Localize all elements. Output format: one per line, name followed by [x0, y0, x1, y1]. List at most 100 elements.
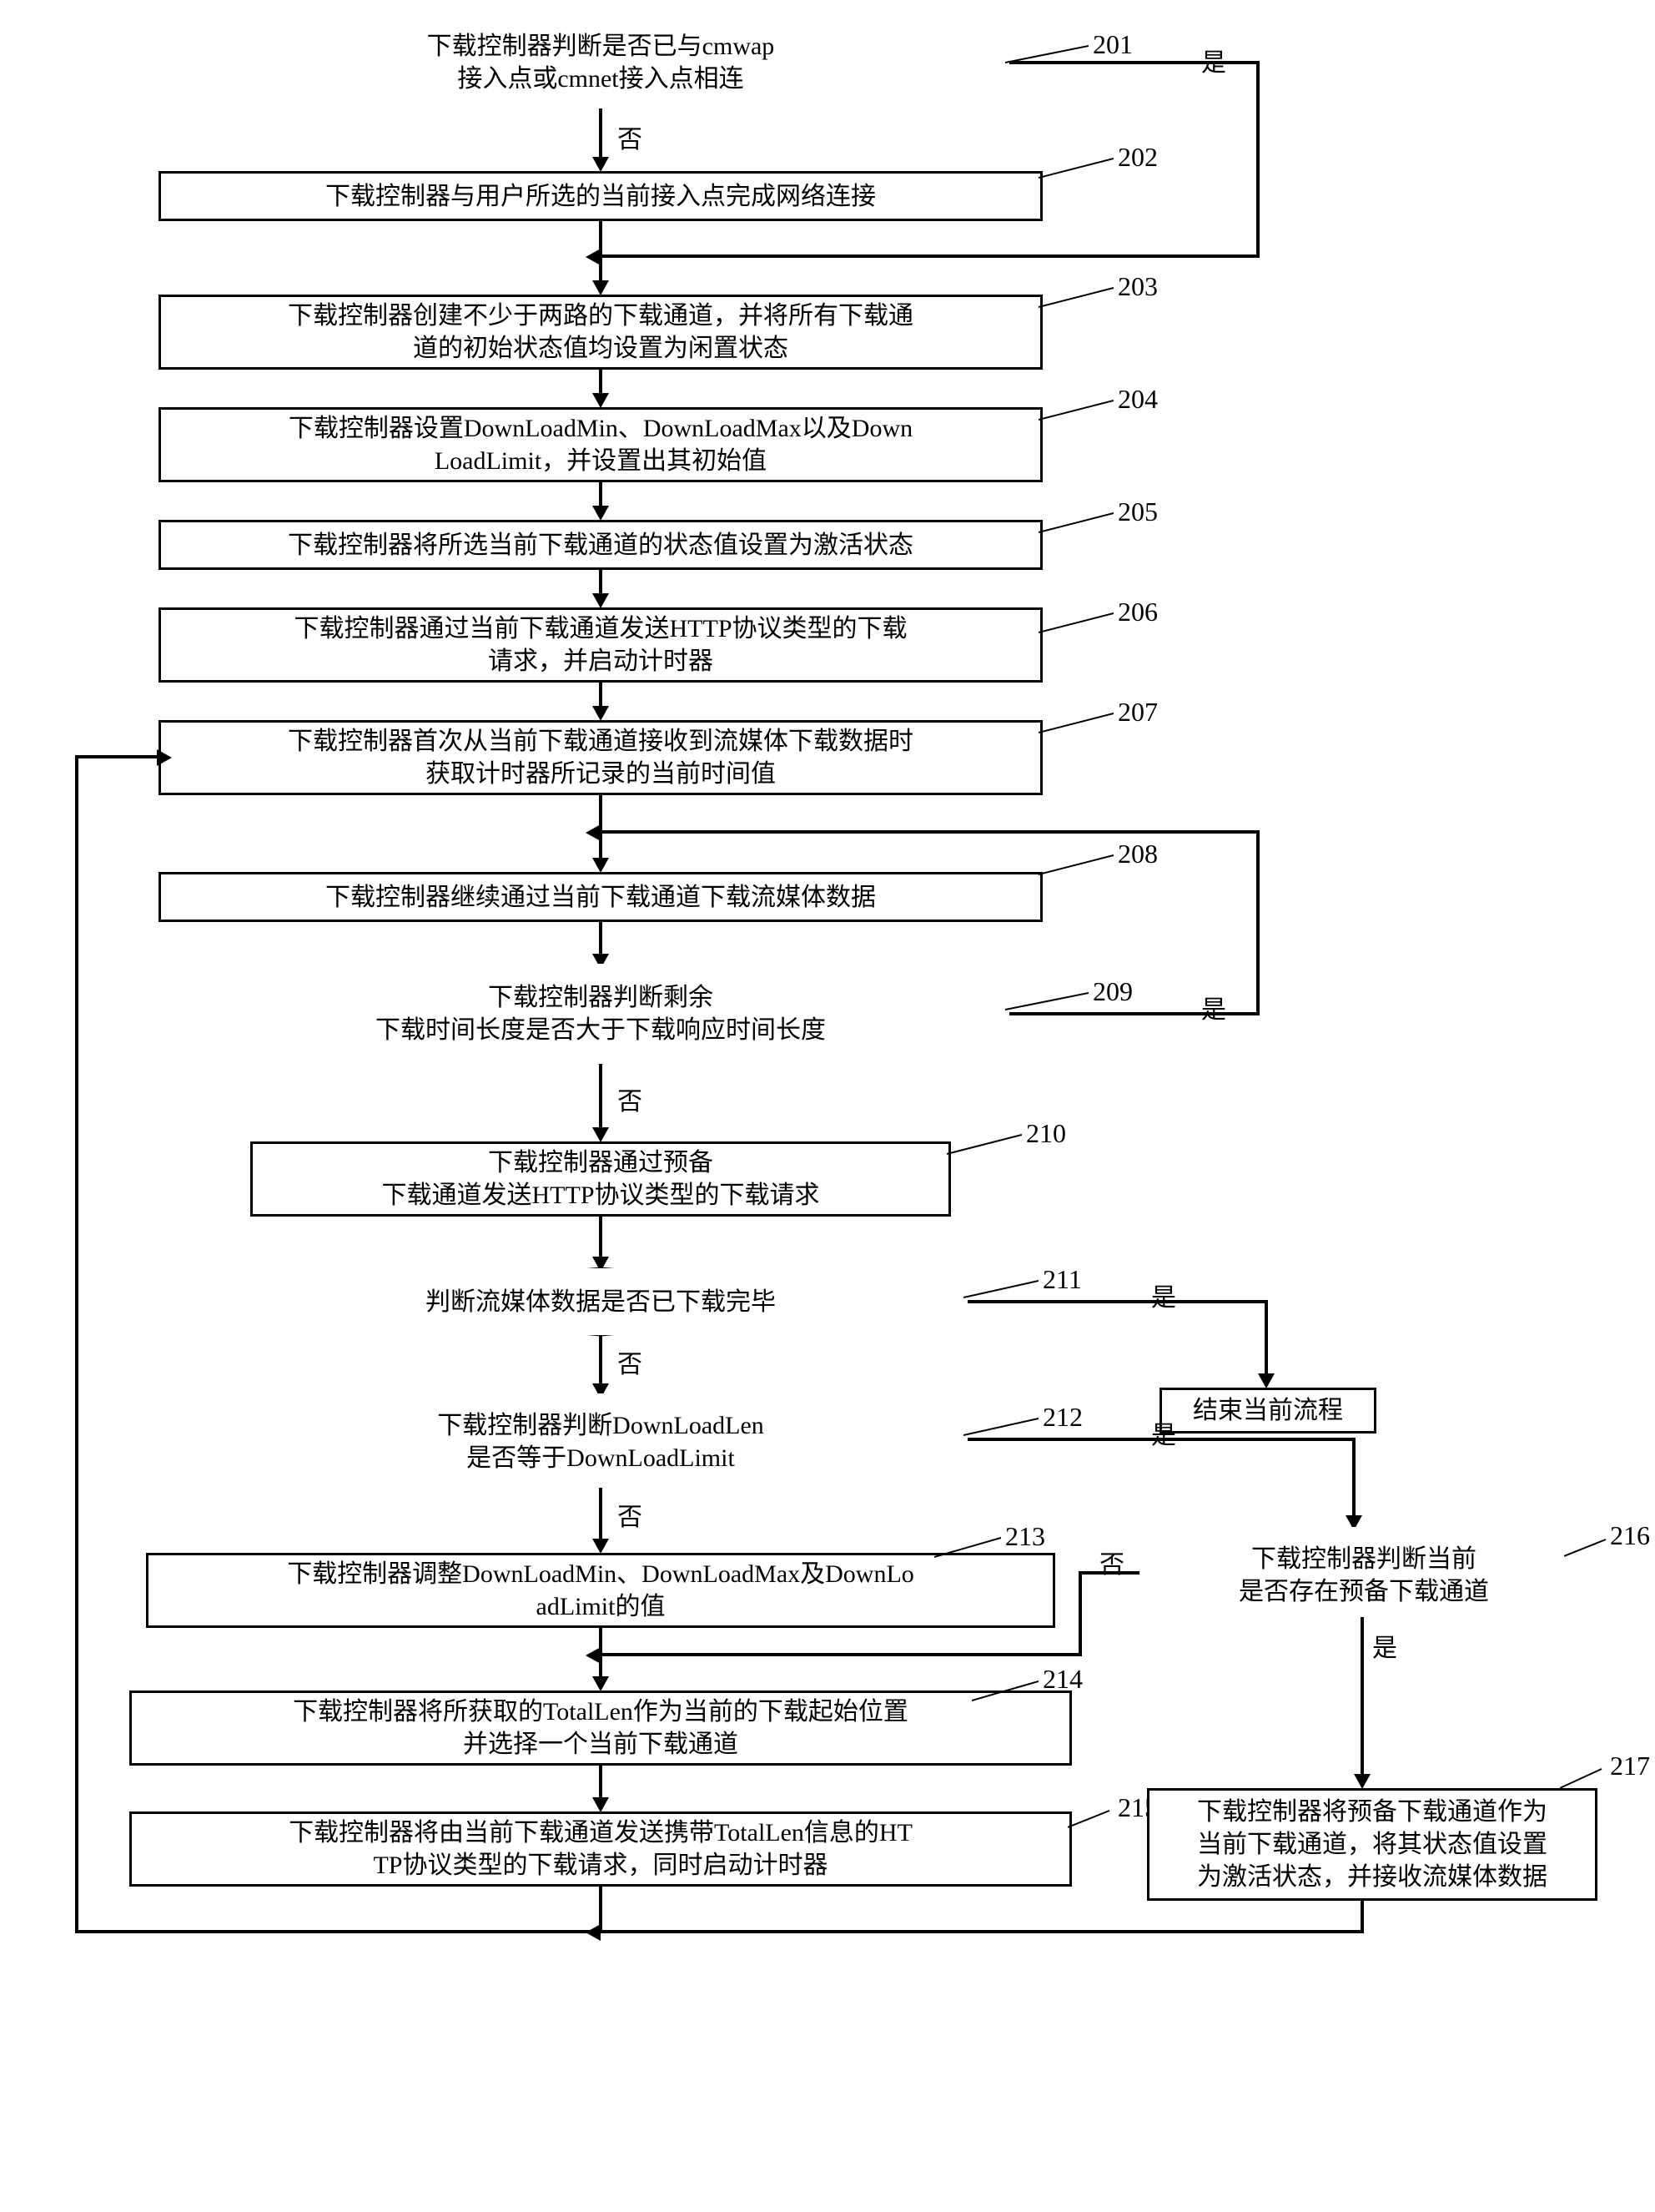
diamond-216: 下载控制器判断当前是否存在预备下载通道 [1130, 1527, 1597, 1623]
arrow-211yes-h [968, 1300, 1268, 1303]
box-210-text: 下载控制器通过预备下载通道发送HTTP协议类型的下载请求 [382, 1146, 820, 1212]
branch-201-yes: 是 [1201, 42, 1226, 78]
box-204-text: 下载控制器设置DownLoadMin、DownLoadMax以及DownLoad… [289, 412, 913, 477]
box-207: 下载控制器首次从当前下载通道接收到流媒体下载数据时获取计时器所记录的当前时间值 [158, 720, 1043, 795]
arrow-203-204 [599, 370, 602, 395]
diamond-209: 下载控制器判断剩余下载时间长度是否大于下载响应时间长度 [184, 964, 1018, 1064]
label-line-205 [1039, 509, 1114, 534]
arrow-215-h [75, 1930, 602, 1933]
arrow-201yes-h2 [601, 254, 1260, 258]
box-217-text: 下载控制器将预备下载通道作为当前下载通道，将其状态值设置为激活状态，并接收流媒体… [1197, 1796, 1547, 1893]
box-206: 下载控制器通过当前下载通道发送HTTP协议类型的下载请求，并启动计时器 [158, 607, 1043, 683]
branch-216-yes: 是 [1372, 1627, 1397, 1664]
branch-212-no: 否 [617, 1496, 642, 1533]
arrowhead-216yes [1354, 1774, 1371, 1789]
branch-201-no: 否 [617, 118, 642, 155]
box-end: 结束当前流程 [1160, 1388, 1376, 1434]
box-207-text: 下载控制器首次从当前下载通道接收到流媒体下载数据时获取计时器所记录的当前时间值 [288, 725, 913, 790]
label-205: 205 [1118, 496, 1158, 527]
arrowhead-209-210 [592, 1127, 609, 1142]
box-206-text: 下载控制器通过当前下载通道发送HTTP协议类型的下载请求，并启动计时器 [294, 612, 908, 678]
box-215: 下载控制器将由当前下载通道发送携带TotalLen信息的HTTP协议类型的下载请… [129, 1811, 1072, 1887]
arrow-209yes-v [1256, 830, 1260, 1015]
diamond-201: 下载控制器判断是否已与cmwap接入点或cmnet接入点相连 [184, 8, 1018, 117]
arrow-211yes-v [1265, 1300, 1268, 1375]
label-line-215 [1068, 1806, 1118, 1832]
label-201: 201 [1093, 29, 1133, 60]
label-204: 204 [1118, 384, 1158, 415]
diamond-201-text: 下载控制器判断是否已与cmwap接入点或cmnet接入点相连 [377, 30, 825, 95]
arrowhead-203-204 [592, 393, 609, 408]
arrow-205-206 [599, 570, 602, 595]
arrowhead-202-203 [592, 280, 609, 295]
arrow-loop-left-h [75, 755, 158, 758]
branch-209-yes: 是 [1201, 989, 1226, 1025]
label-213: 213 [1005, 1521, 1045, 1552]
arrow-201-202 [599, 108, 602, 159]
diamond-212: 下载控制器判断DownLoadLen是否等于DownLoadLimit [225, 1393, 976, 1489]
arrow-216no-h2 [601, 1653, 1082, 1656]
arrow-216no-v [1079, 1571, 1082, 1656]
label-216: 216 [1610, 1520, 1650, 1551]
arrow-209-210 [599, 1064, 602, 1129]
diamond-216-text: 下载控制器判断当前是否存在预备下载通道 [1189, 1543, 1539, 1608]
arrow-212yes-h [968, 1438, 1356, 1441]
box-204: 下载控制器设置DownLoadMin、DownLoadMax以及DownLoad… [158, 407, 1043, 482]
box-215-text: 下载控制器将由当前下载通道发送携带TotalLen信息的HTTP协议类型的下载请… [289, 1816, 913, 1882]
box-202: 下载控制器与用户所选的当前接入点完成网络连接 [158, 171, 1043, 221]
branch-211-no: 否 [617, 1343, 642, 1380]
arrow-211-212 [599, 1335, 602, 1385]
label-line-213 [934, 1534, 1001, 1559]
flowchart-container: 下载控制器判断是否已与cmwap接入点或cmnet接入点相连 201 是 否 下… [17, 17, 1638, 2195]
arrowhead-211yes [1258, 1373, 1275, 1388]
arrowhead-206-207 [592, 706, 609, 721]
label-208: 208 [1118, 839, 1158, 869]
arrowhead-212-213 [592, 1539, 609, 1554]
arrowhead-214-215 [592, 1797, 609, 1812]
label-214: 214 [1043, 1664, 1083, 1695]
label-line-216 [1564, 1535, 1614, 1560]
label-line-206 [1039, 609, 1114, 634]
arrow-214-215 [599, 1766, 602, 1799]
label-207: 207 [1118, 697, 1158, 728]
arrowhead-209yes [586, 824, 601, 841]
label-line-210 [947, 1131, 1022, 1156]
label-line-211 [963, 1277, 1039, 1302]
label-line-204 [1039, 396, 1114, 421]
arrow-210-211 [599, 1217, 602, 1258]
label-217: 217 [1610, 1751, 1650, 1781]
arrow-202-203 [599, 221, 602, 282]
arrow-209yes-h2 [601, 830, 1260, 834]
box-205: 下载控制器将所选当前下载通道的状态值设置为激活状态 [158, 520, 1043, 570]
label-line-214 [972, 1677, 1039, 1702]
arrow-208-209 [599, 922, 602, 955]
box-213-text: 下载控制器调整DownLoadMin、DownLoadMax及DownLoadL… [287, 1558, 914, 1623]
arrow-212yes-v [1352, 1438, 1356, 1517]
box-203-text: 下载控制器创建不少于两路的下载通道，并将所有下载通道的初始状态值均设置为闲置状态 [288, 300, 913, 365]
box-214-text: 下载控制器将所获取的TotalLen作为当前的下载起始位置并选择一个当前下载通道 [293, 1696, 908, 1761]
label-line-203 [1039, 284, 1114, 309]
arrow-209yes-h [1009, 1012, 1260, 1015]
branch-212-yes: 是 [1151, 1414, 1176, 1451]
diamond-211-text: 判断流媒体数据是否已下载完毕 [375, 1286, 826, 1318]
label-line-202 [1039, 154, 1114, 179]
arrowhead-217-merge [586, 1924, 601, 1941]
box-213: 下载控制器调整DownLoadMin、DownLoadMax及DownLoadL… [146, 1553, 1055, 1628]
box-end-text: 结束当前流程 [1193, 1394, 1343, 1427]
arrow-217-h [601, 1930, 1364, 1933]
box-217: 下载控制器将预备下载通道作为当前下载通道，将其状态值设置为激活状态，并接收流媒体… [1147, 1788, 1597, 1901]
box-208: 下载控制器继续通过当前下载通道下载流媒体数据 [158, 872, 1043, 922]
label-203: 203 [1118, 271, 1158, 302]
label-line-212 [963, 1414, 1039, 1439]
arrow-201yes-v [1256, 61, 1260, 257]
box-205-text: 下载控制器将所选当前下载通道的状态值设置为激活状态 [288, 529, 913, 562]
branch-211-yes: 是 [1151, 1277, 1176, 1313]
label-line-217 [1560, 1765, 1610, 1790]
arrowhead-loop-left [157, 749, 172, 766]
label-202: 202 [1118, 142, 1158, 173]
box-210: 下载控制器通过预备下载通道发送HTTP协议类型的下载请求 [250, 1141, 951, 1217]
arrowhead-205-206 [592, 593, 609, 608]
arrowhead-216no [586, 1647, 601, 1664]
arrow-216yes-v [1361, 1617, 1364, 1776]
arrow-loop-left-v [75, 755, 78, 1933]
